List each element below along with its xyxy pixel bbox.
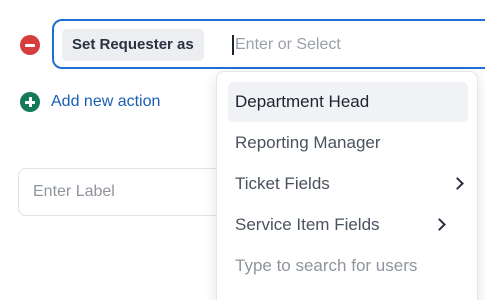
remove-action-icon[interactable] [20, 35, 40, 55]
requester-dropdown-menu: Department Head Reporting Manager Ticket… [216, 71, 478, 300]
menu-item-label: Department Head [235, 92, 370, 111]
action-editor: Set Requester as Add new action Departme… [0, 0, 485, 300]
menu-item-reporting-manager[interactable]: Reporting Manager [228, 123, 468, 163]
plus-circle-icon [20, 92, 40, 112]
chevron-right-icon [451, 177, 464, 190]
menu-item-label: Ticket Fields [235, 174, 330, 193]
add-new-action-button[interactable]: Add new action [20, 92, 160, 112]
add-new-action-label: Add new action [51, 93, 161, 110]
menu-item-label: Service Item Fields [235, 215, 380, 234]
plus-vertical [29, 97, 32, 107]
action-selector[interactable]: Set Requester as [52, 19, 485, 69]
menu-item-service-item-fields[interactable]: Service Item Fields [228, 205, 468, 245]
search-hint: Type to search for users [235, 256, 418, 275]
action-type-chip[interactable]: Set Requester as [62, 29, 204, 61]
text-caret [232, 35, 234, 55]
requester-search-input[interactable] [235, 32, 475, 58]
menu-item-department-head[interactable]: Department Head [228, 82, 468, 122]
menu-item-label: Reporting Manager [235, 133, 381, 152]
chevron-right-icon [433, 218, 446, 231]
menu-item-ticket-fields[interactable]: Ticket Fields [228, 164, 468, 204]
minus-bar [25, 44, 35, 47]
